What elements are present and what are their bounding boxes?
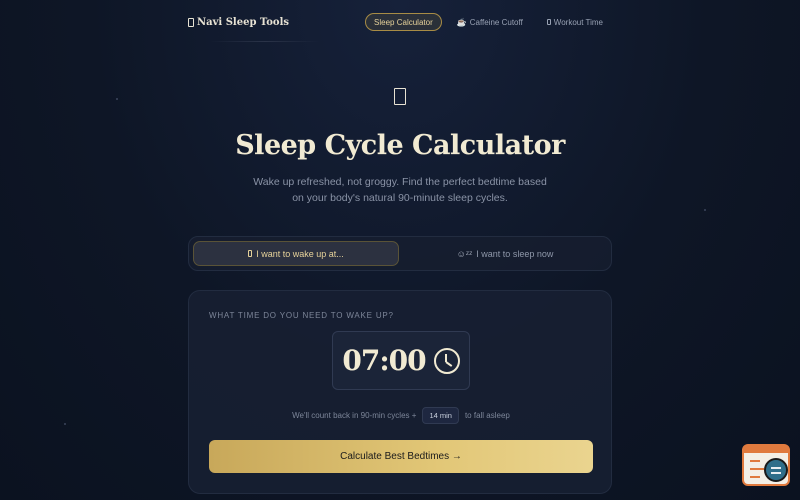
nav-link-workout-time[interactable]: Workout Time <box>538 13 612 31</box>
nav-link-label: Workout Time <box>553 17 603 27</box>
calculate-button[interactable]: Calculate Best Bedtimes → <box>209 440 593 473</box>
background-star <box>64 423 66 425</box>
background-star <box>704 209 706 211</box>
page-title: Sleep Cycle Calculator <box>235 130 565 161</box>
card-label: WHAT TIME DO YOU NEED TO WAKE UP? <box>209 311 394 320</box>
background-star <box>116 98 118 100</box>
mode-wake-up-label: I want to wake up at... <box>256 248 344 259</box>
note-text-after: to fall asleep <box>464 411 510 420</box>
nav-links: Sleep Calculator ☕ Caffeine Cutoff Worko… <box>365 13 612 31</box>
note-text-before: We'll count back in 90-min cycles + <box>292 411 417 420</box>
mode-wake-up-option[interactable]: I want to wake up at... <box>193 241 399 266</box>
nav-link-caffeine-cutoff[interactable]: ☕ Caffeine Cutoff <box>448 13 532 31</box>
brand-name: Navi Sleep Tools <box>197 16 289 28</box>
sleeping-face-icon: ☺ᶻᶻ <box>456 248 473 259</box>
clock-icon[interactable] <box>433 347 460 374</box>
cycle-note: We'll count back in 90-min cycles + 14 m… <box>189 407 613 424</box>
widget-line <box>750 468 764 470</box>
page-subtitle: Wake up refreshed, not groggy. Find the … <box>253 176 547 204</box>
widget-line <box>750 460 760 462</box>
nav-divider <box>210 41 320 42</box>
nav-link-sleep-calculator[interactable]: Sleep Calculator <box>365 13 442 31</box>
nav-link-label: Caffeine Cutoff <box>469 17 523 27</box>
wake-time-card: WHAT TIME DO YOU NEED TO WAKE UP? 07:00 … <box>188 290 612 494</box>
chat-bubble-icon <box>764 458 788 482</box>
mode-sleep-now-option[interactable]: ☺ᶻᶻ I want to sleep now <box>403 241 607 266</box>
assistant-widget-button[interactable] <box>742 444 790 486</box>
wake-time-input[interactable]: 07:00 <box>332 331 470 390</box>
widget-line <box>750 476 760 478</box>
fall-asleep-minutes-input[interactable]: 14 min <box>422 407 459 424</box>
hero-icon <box>394 88 406 105</box>
box-icon <box>546 19 551 25</box>
brand-logo-icon <box>188 17 194 27</box>
widget-titlebar <box>744 446 788 453</box>
wake-time-value: 07:00 <box>342 344 426 377</box>
top-nav: Navi Sleep Tools Sleep Calculator ☕ Caff… <box>188 10 612 34</box>
nav-link-label: Sleep Calculator <box>374 17 433 27</box>
coffee-icon: ☕ <box>456 17 467 27</box>
mode-sleep-now-label: I want to sleep now <box>476 248 554 259</box>
brand[interactable]: Navi Sleep Tools <box>188 17 289 28</box>
mode-toggle: I want to wake up at... ☺ᶻᶻ I want to sl… <box>188 236 612 271</box>
alarm-icon <box>248 250 253 257</box>
